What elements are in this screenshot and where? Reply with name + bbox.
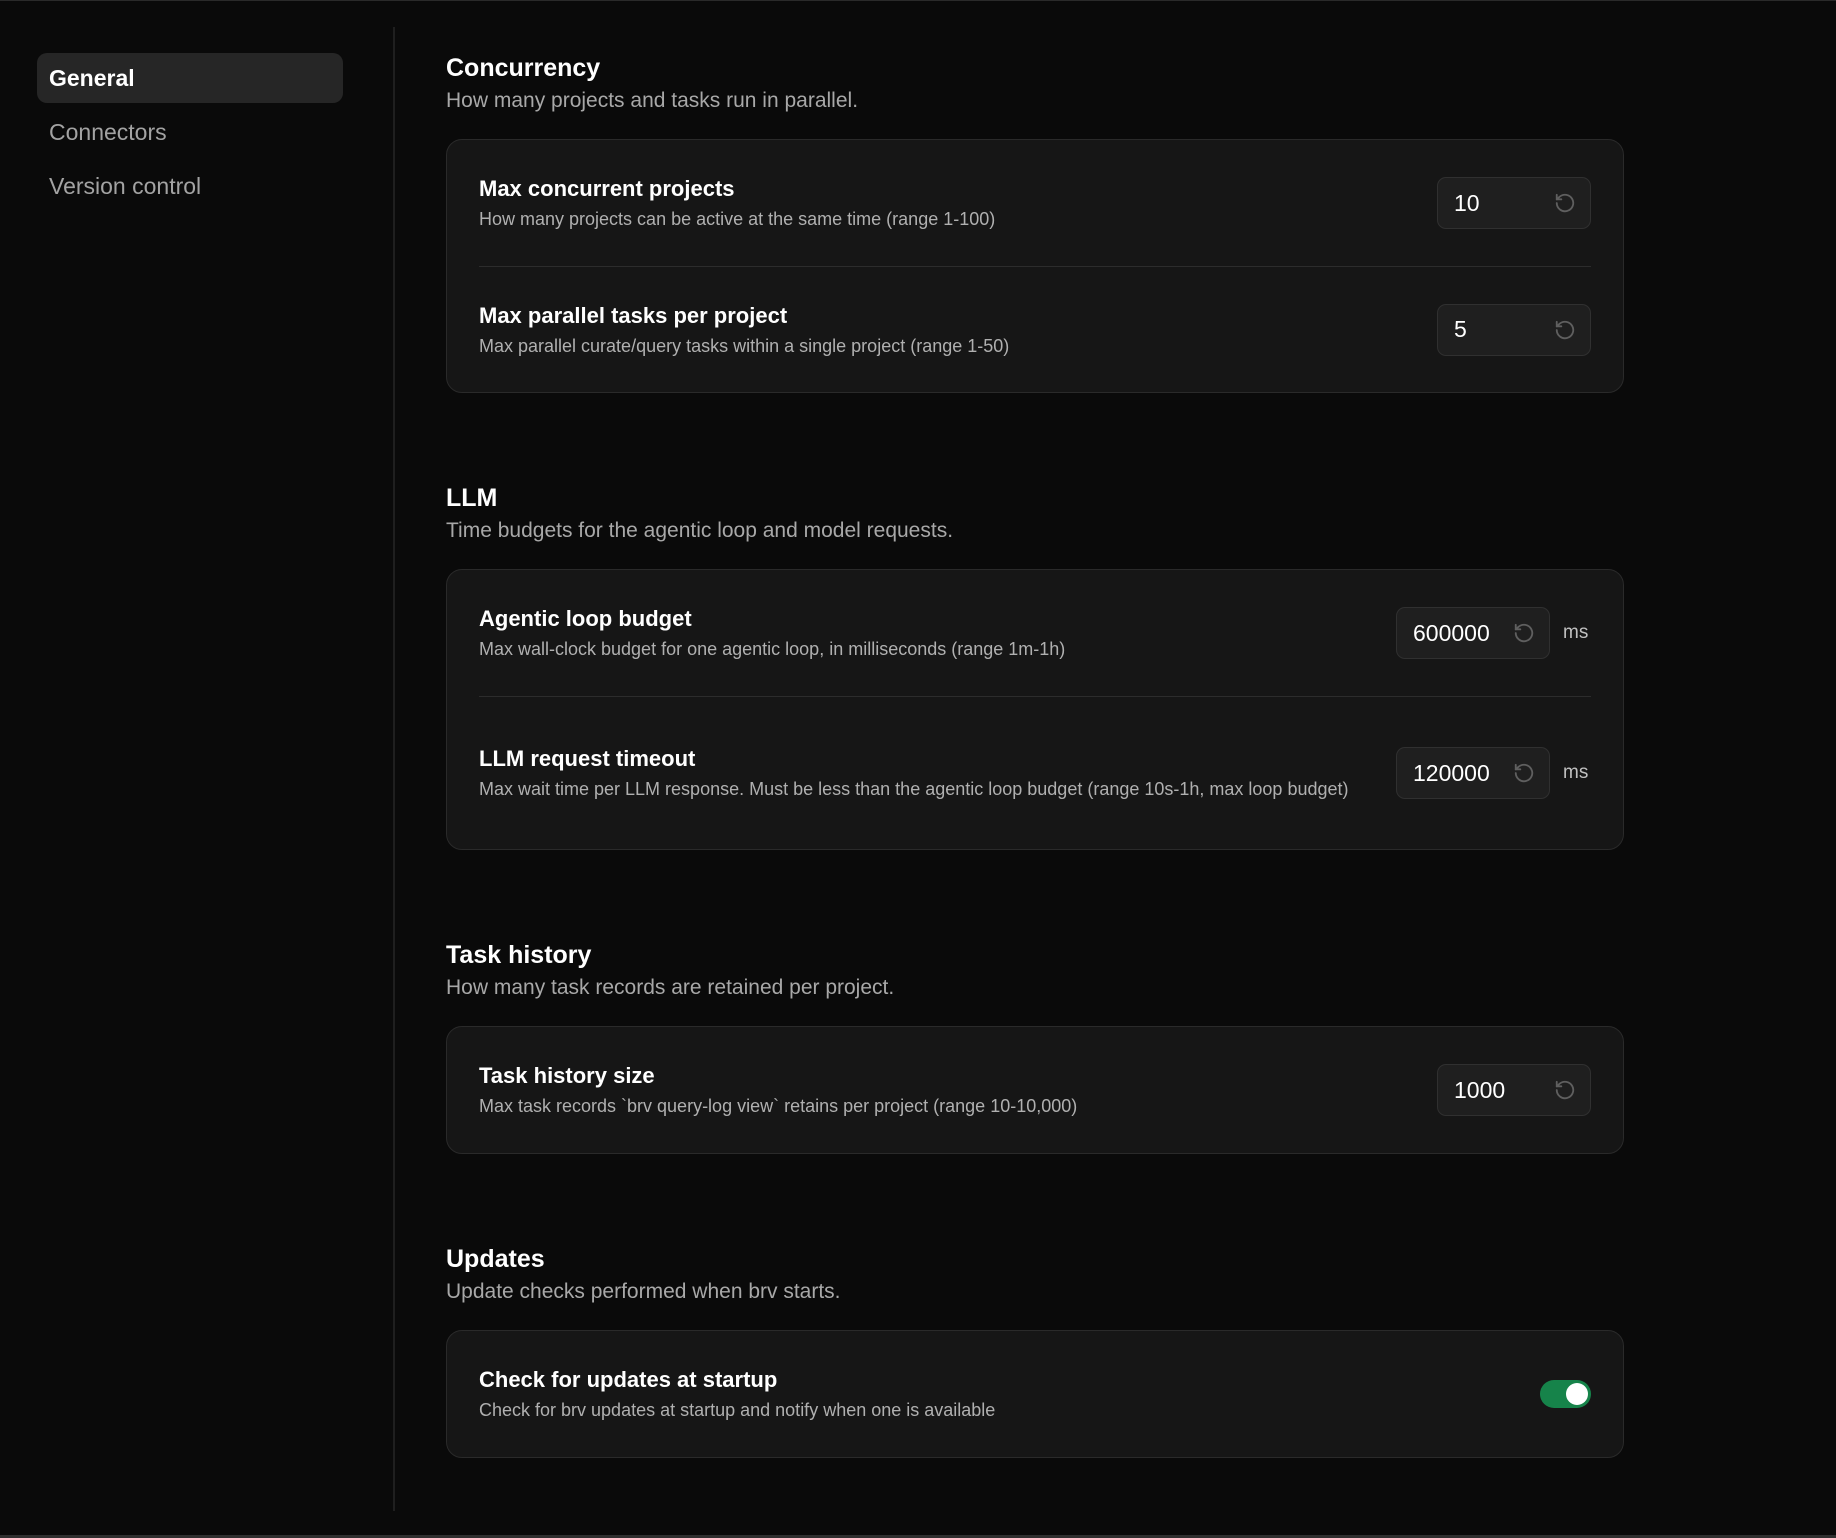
setting-title: Check for updates at startup [479,1367,778,1392]
task-history-card: Task history size Max task records `brv … [446,1026,1624,1154]
history-size-row: Task history size Max task records `brv … [479,1027,1591,1153]
updates-card: Check for updates at startup Check for b… [446,1330,1624,1458]
sidebar-item-version-control[interactable]: Version control [37,161,343,211]
reset-icon[interactable] [1513,762,1535,784]
sidebar-item-general[interactable]: General [37,53,343,103]
section-description: Time budgets for the agentic loop and mo… [446,519,954,542]
max-projects-row: Max concurrent projects How many project… [479,140,1591,266]
section-title: LLM [446,484,498,512]
section-description: How many task records are retained per p… [446,976,895,999]
loop-budget-input[interactable] [1413,619,1513,647]
toggle-knob [1566,1383,1588,1405]
loop-budget-row: Agentic loop budget Max wall-clock budge… [479,570,1591,696]
section-description: How many projects and tasks run in paral… [446,89,859,112]
settings-sidebar: General Connectors Version control [37,53,343,215]
request-timeout-input[interactable] [1413,759,1513,787]
max-projects-input[interactable] [1454,189,1554,217]
setting-title: Max parallel tasks per project [479,302,788,328]
llm-card: Agentic loop budget Max wall-clock budge… [446,569,1624,850]
setting-description: Max parallel curate/query tasks within a… [479,335,1010,356]
setting-description: Check for brv updates at startup and not… [479,1400,996,1420]
llm-section: LLM Time budgets for the agentic loop an… [446,481,1624,850]
task-history-section: Task history How many task records are r… [446,938,1624,1154]
app-frame: General Connectors Version control Concu… [0,0,1836,1538]
section-title: Updates [446,1245,545,1273]
history-size-field [1437,1064,1591,1116]
settings-main: Concurrency How many projects and tasks … [446,51,1624,1458]
max-tasks-input[interactable] [1454,316,1554,343]
max-tasks-field [1437,303,1591,356]
section-description: Update checks performed when brv starts. [446,1280,841,1303]
check-startup-row: Check for updates at startup Check for b… [479,1331,1591,1457]
reset-icon[interactable] [1554,1079,1576,1101]
setting-description: Max wall-clock budget for one agentic lo… [479,639,1066,659]
setting-title: LLM request timeout [479,746,696,771]
check-updates-toggle[interactable] [1540,1380,1591,1408]
max-tasks-row: Max parallel tasks per project Max paral… [479,266,1591,392]
unit-label: ms [1563,762,1589,783]
setting-title: Task history size [479,1063,655,1088]
reset-icon[interactable] [1554,192,1576,214]
loop-budget-field [1396,607,1550,659]
setting-title: Agentic loop budget [479,606,692,631]
concurrency-card: Max concurrent projects How many project… [446,139,1624,393]
reset-icon[interactable] [1554,319,1576,341]
request-timeout-field [1396,747,1550,799]
request-timeout-row: LLM request timeout Max wait time per LL… [479,696,1591,849]
sidebar-item-connectors[interactable]: Connectors [37,107,343,157]
sidebar-divider [393,27,395,1511]
updates-section: Updates Update checks performed when brv… [446,1242,1624,1458]
setting-description: Max task records `brv query-log view` re… [479,1096,1078,1116]
unit-label: ms [1563,622,1589,643]
setting-description: Max wait time per LLM response. Must be … [479,779,1349,799]
history-size-input[interactable] [1454,1076,1554,1104]
section-title: Task history [446,941,592,969]
reset-icon[interactable] [1513,622,1535,644]
concurrency-section: Concurrency How many projects and tasks … [446,51,1624,393]
section-title: Concurrency [446,54,601,82]
setting-title: Max concurrent projects [479,176,735,201]
setting-description: How many projects can be active at the s… [479,209,996,229]
max-projects-field [1437,177,1591,229]
